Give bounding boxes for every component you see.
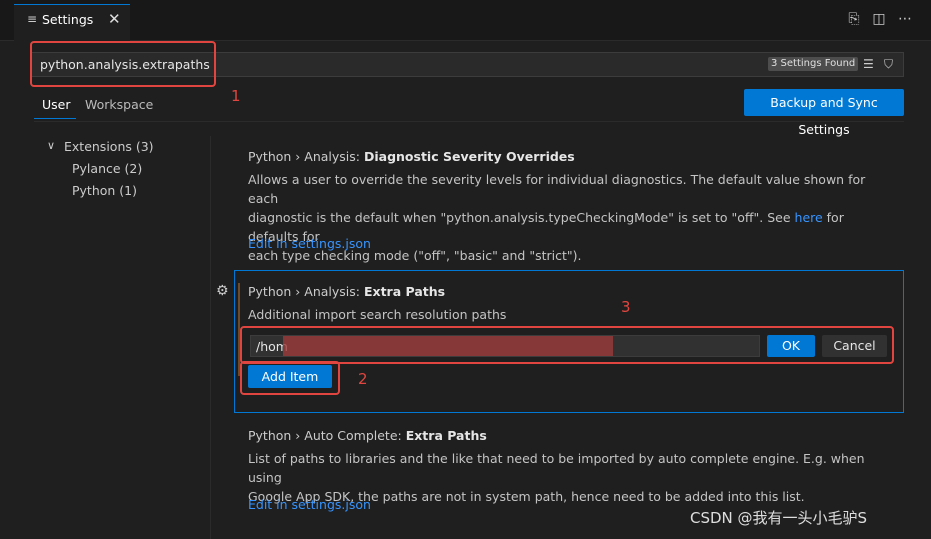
open-settings-json-icon[interactable]: ⎘ bbox=[845, 11, 863, 29]
edit-in-settings-json-link[interactable]: Edit in settings.json bbox=[248, 497, 371, 512]
tab-user[interactable]: User bbox=[42, 97, 71, 112]
toc-extensions[interactable]: Extensions (3) bbox=[64, 139, 154, 154]
gear-icon[interactable]: ⚙ bbox=[216, 283, 229, 299]
settings-lines-icon: ≡ bbox=[27, 12, 38, 26]
tab-title: Settings bbox=[42, 12, 94, 27]
setting-category: Python › Auto Complete: bbox=[248, 428, 406, 443]
annotation-box-1 bbox=[30, 41, 216, 87]
backup-sync-button[interactable]: Backup and Sync Settings bbox=[744, 89, 904, 137]
chevron-down-icon[interactable]: ∨ bbox=[47, 139, 55, 152]
setting-title-diagnostic-overrides: Python › Analysis: Diagnostic Severity O… bbox=[248, 149, 575, 164]
setting-name: Extra Paths bbox=[363, 284, 446, 299]
active-tab-indicator bbox=[34, 118, 76, 119]
split-editor-icon[interactable]: ◫ bbox=[870, 11, 888, 29]
edit-in-settings-json-link[interactable]: Edit in settings.json bbox=[248, 236, 371, 251]
description-line: Allows a user to override the severity l… bbox=[248, 172, 866, 206]
setting-title-extra-paths: Python › Analysis: Extra Paths bbox=[248, 284, 445, 299]
setting-name: Extra Paths bbox=[405, 428, 487, 443]
description-line: List of paths to libraries and the like … bbox=[248, 451, 865, 485]
annotation-number-2: 2 bbox=[358, 370, 368, 388]
filter-icon[interactable]: ⛉ bbox=[884, 57, 893, 72]
annotation-box-3 bbox=[240, 326, 894, 364]
setting-category: Python › Analysis: bbox=[248, 149, 364, 164]
setting-description: Additional import search resolution path… bbox=[248, 307, 507, 322]
tab-workspace[interactable]: Workspace bbox=[85, 97, 153, 112]
annotation-number-3: 3 bbox=[621, 298, 631, 316]
watermark: CSDN @我有一头小毛驴S bbox=[690, 509, 868, 527]
editor-tab-bar bbox=[0, 0, 931, 41]
toc-pylance[interactable]: Pylance (2) bbox=[72, 161, 142, 176]
annotation-box-2 bbox=[240, 361, 340, 395]
close-icon[interactable]: ✕ bbox=[108, 10, 121, 28]
setting-title-autocomplete-extra-paths: Python › Auto Complete: Extra Paths bbox=[248, 428, 487, 443]
annotation-number-1: 1 bbox=[231, 87, 241, 105]
here-link[interactable]: here bbox=[795, 210, 823, 225]
toc-python[interactable]: Python (1) bbox=[72, 183, 137, 198]
setting-category: Python › Analysis: bbox=[248, 284, 364, 299]
clear-filter-icon[interactable]: ☰ bbox=[863, 57, 874, 71]
more-actions-icon[interactable]: ⋯ bbox=[896, 11, 914, 29]
header-divider bbox=[34, 121, 904, 122]
results-count-badge: 3 Settings Found bbox=[768, 57, 859, 71]
toc-divider bbox=[210, 136, 211, 539]
description-text: diagnostic is the default when "python.a… bbox=[248, 210, 795, 225]
setting-name: Diagnostic Severity Overrides bbox=[363, 149, 575, 164]
